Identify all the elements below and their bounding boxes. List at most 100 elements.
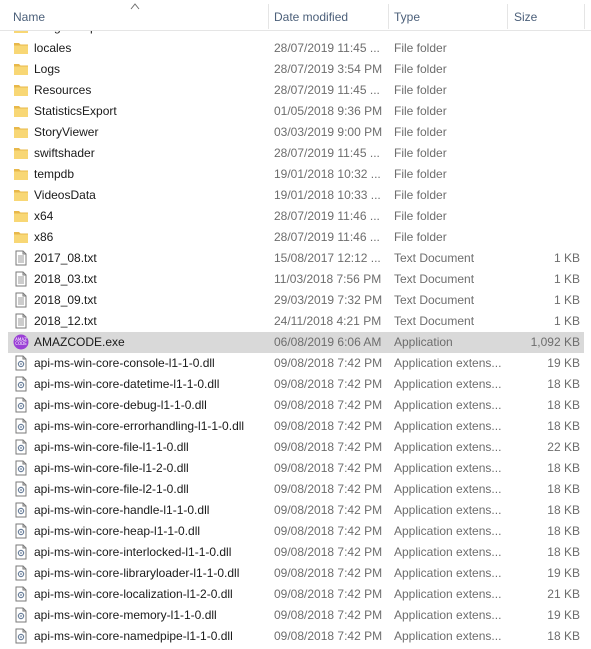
folder-icon xyxy=(13,145,29,161)
file-size: 1,092 KB xyxy=(530,335,580,349)
file-name: x86 xyxy=(34,230,54,244)
dll-icon xyxy=(13,418,29,434)
dll-icon xyxy=(13,565,29,581)
column-size-header[interactable]: Size xyxy=(514,0,537,30)
file-size: 19 KB xyxy=(547,608,580,622)
file-row[interactable]: Logs 28/07/2019 3:54 PM File folder xyxy=(8,59,584,80)
file-row[interactable]: api-ms-win-core-localization-l1-2-0.dll 0… xyxy=(8,584,584,605)
file-size: 18 KB xyxy=(547,629,580,643)
file-type: Application extens... xyxy=(394,440,502,454)
file-name: api-ms-win-core-file-l2-1-0.dll xyxy=(34,482,189,496)
file-row[interactable]: x64 28/07/2019 11:46 ... File folder xyxy=(8,206,584,227)
file-row[interactable]: x86 28/07/2019 11:46 ... File folder xyxy=(8,227,584,248)
dll-icon xyxy=(13,502,29,518)
file-size: 21 KB xyxy=(547,587,580,601)
column-divider[interactable] xyxy=(388,4,389,29)
file-name: 2018_03.txt xyxy=(34,272,97,286)
file-name: Resources xyxy=(34,83,92,97)
file-date-modified: 09/08/2018 7:42 PM xyxy=(274,398,383,412)
file-name: api-ms-win-core-errorhandling-l1-1-0.dll xyxy=(34,419,245,433)
file-row[interactable]: api-ms-win-core-file-l2-1-0.dll 09/08/201… xyxy=(8,479,584,500)
folder-icon xyxy=(13,229,29,245)
file-type: Application extens... xyxy=(394,398,502,412)
file-date-modified: 09/08/2018 7:42 PM xyxy=(274,608,383,622)
file-row[interactable]: 2018_12.txt 24/11/2018 4:21 PM Text Docume… xyxy=(8,311,584,332)
file-date-modified: 19/01/2018 10:33 ... xyxy=(274,188,381,202)
file-type: Application extens... xyxy=(394,482,502,496)
file-row[interactable]: 2018_03.txt 11/03/2018 7:56 PM Text Docume… xyxy=(8,269,584,290)
file-date-modified: 09/08/2018 7:42 PM xyxy=(274,566,383,580)
file-row[interactable]: api-ms-win-core-console-l1-1-0.dll 09/08/… xyxy=(8,353,584,374)
file-row[interactable]: VideosData 19/01/2018 10:33 ... File folde… xyxy=(8,185,584,206)
file-size xyxy=(508,80,580,101)
file-size xyxy=(508,143,580,164)
file-type: Application extens... xyxy=(394,566,502,580)
file-size: 19 KB xyxy=(547,566,580,580)
file-name: api-ms-win-core-debug-l1-1-0.dll xyxy=(34,398,207,412)
file-size: 22 KB xyxy=(547,440,580,454)
file-row[interactable]: StoryViewer 03/03/2019 9:00 PM File folder xyxy=(8,122,584,143)
file-row[interactable]: api-ms-win-core-file-l1-1-0.dll 09/08/201… xyxy=(8,437,584,458)
file-name: api-ms-win-core-namedpipe-l1-1-0.dll xyxy=(34,629,233,643)
file-row[interactable]: api-ms-win-core-heap-l1-1-0.dll 09/08/201… xyxy=(8,521,584,542)
file-type: File folder xyxy=(394,125,447,139)
file-name: api-ms-win-core-localization-l1-2-0.dll xyxy=(34,587,233,601)
file-date-modified: 03/03/2019 9:00 PM xyxy=(274,125,383,139)
file-name: api-ms-win-core-file-l1-1-0.dll xyxy=(34,440,189,454)
column-type-header[interactable]: Type xyxy=(394,0,420,30)
file-row[interactable]: 2018_09.txt 29/03/2019 7:32 PM Text Docume… xyxy=(8,290,584,311)
column-date-header[interactable]: Date modified xyxy=(274,0,348,30)
file-date-modified: 24/11/2018 4:21 PM xyxy=(274,314,382,328)
file-row[interactable]: tempdb 19/01/2018 10:32 ... File folder xyxy=(8,164,584,185)
file-row[interactable]: api-ms-win-core-interlocked-l1-1-0.dll 09… xyxy=(8,542,584,563)
file-size xyxy=(508,38,580,59)
file-size: 1 KB xyxy=(553,293,580,307)
file-row[interactable]: api-ms-win-core-debug-l1-1-0.dll 09/08/20… xyxy=(8,395,584,416)
file-row[interactable]: swiftshader 28/07/2019 11:45 ... File fold… xyxy=(8,143,584,164)
text-document-icon xyxy=(13,292,29,308)
file-row[interactable]: api-ms-win-core-errorhandling-l1-1-0.dll… xyxy=(8,416,584,437)
file-date-modified: 28/07/2019 11:46 ... xyxy=(274,230,380,244)
column-divider[interactable] xyxy=(584,4,585,29)
file-row[interactable]: api-ms-win-core-handle-l1-1-0.dll 09/08/2… xyxy=(8,500,584,521)
folder-icon xyxy=(13,208,29,224)
file-name: api-ms-win-core-handle-l1-1-0.dll xyxy=(34,503,210,517)
file-date-modified: 09/08/2018 7:42 PM xyxy=(274,629,383,643)
file-row[interactable]: Resources 28/07/2019 11:45 ... File folder xyxy=(8,80,584,101)
file-date-modified: 09/08/2018 7:42 PM xyxy=(274,524,383,538)
file-row[interactable]: StatisticsExport 01/05/2018 9:36 PM File f… xyxy=(8,101,584,122)
column-name-header[interactable]: Name xyxy=(13,0,45,30)
file-size xyxy=(508,101,580,122)
dll-icon xyxy=(13,586,29,602)
file-name: AMAZCODE.exe xyxy=(34,335,125,349)
file-row[interactable]: locales 28/07/2019 11:45 ... File folder xyxy=(8,38,584,59)
file-row[interactable]: api-ms-win-core-namedpipe-l1-1-0.dll 09/0… xyxy=(8,626,584,647)
file-type: Application extens... xyxy=(394,461,502,475)
file-date-modified: 01/05/2018 9:36 PM xyxy=(274,104,383,118)
file-name: api-ms-win-core-console-l1-1-0.dll xyxy=(34,356,215,370)
file-size xyxy=(508,59,580,80)
file-date-modified: 09/08/2018 7:42 PM xyxy=(274,461,383,475)
file-row[interactable]: 2017_08.txt 15/08/2017 12:12 ... Text Docu… xyxy=(8,248,584,269)
file-date-modified: 09/08/2018 7:42 PM xyxy=(274,419,383,433)
column-divider[interactable] xyxy=(268,4,269,29)
file-type: File folder xyxy=(394,209,447,223)
file-row[interactable]: api-ms-win-core-memory-l1-1-0.dll 09/08/2… xyxy=(8,605,584,626)
file-size: 1 KB xyxy=(553,314,580,328)
file-date-modified: 09/08/2018 7:42 PM xyxy=(274,440,383,454)
file-size: 18 KB xyxy=(547,377,580,391)
file-name: x64 xyxy=(34,209,54,223)
file-name: swiftshader xyxy=(34,146,95,160)
file-row[interactable]: AMAZ CODE AMAZCODE.exe 06/08/2019 6:06 AM Ap… xyxy=(8,332,584,353)
dll-icon xyxy=(13,397,29,413)
file-type: Application extens... xyxy=(394,545,502,559)
file-row[interactable]: api-ms-win-core-file-l1-2-0.dll 09/08/201… xyxy=(8,458,584,479)
file-row[interactable]: api-ms-win-core-datetime-l1-1-0.dll 09/08… xyxy=(8,374,584,395)
file-type: File folder xyxy=(394,188,447,202)
column-divider[interactable] xyxy=(507,4,508,29)
file-date-modified: 09/08/2018 7:42 PM xyxy=(274,545,383,559)
file-name: api-ms-win-core-memory-l1-1-0.dll xyxy=(34,608,217,622)
file-row[interactable]: api-ms-win-core-libraryloader-l1-1-0.dll… xyxy=(8,563,584,584)
file-name: 2018_09.txt xyxy=(34,293,97,307)
file-type: Application extens... xyxy=(394,587,502,601)
